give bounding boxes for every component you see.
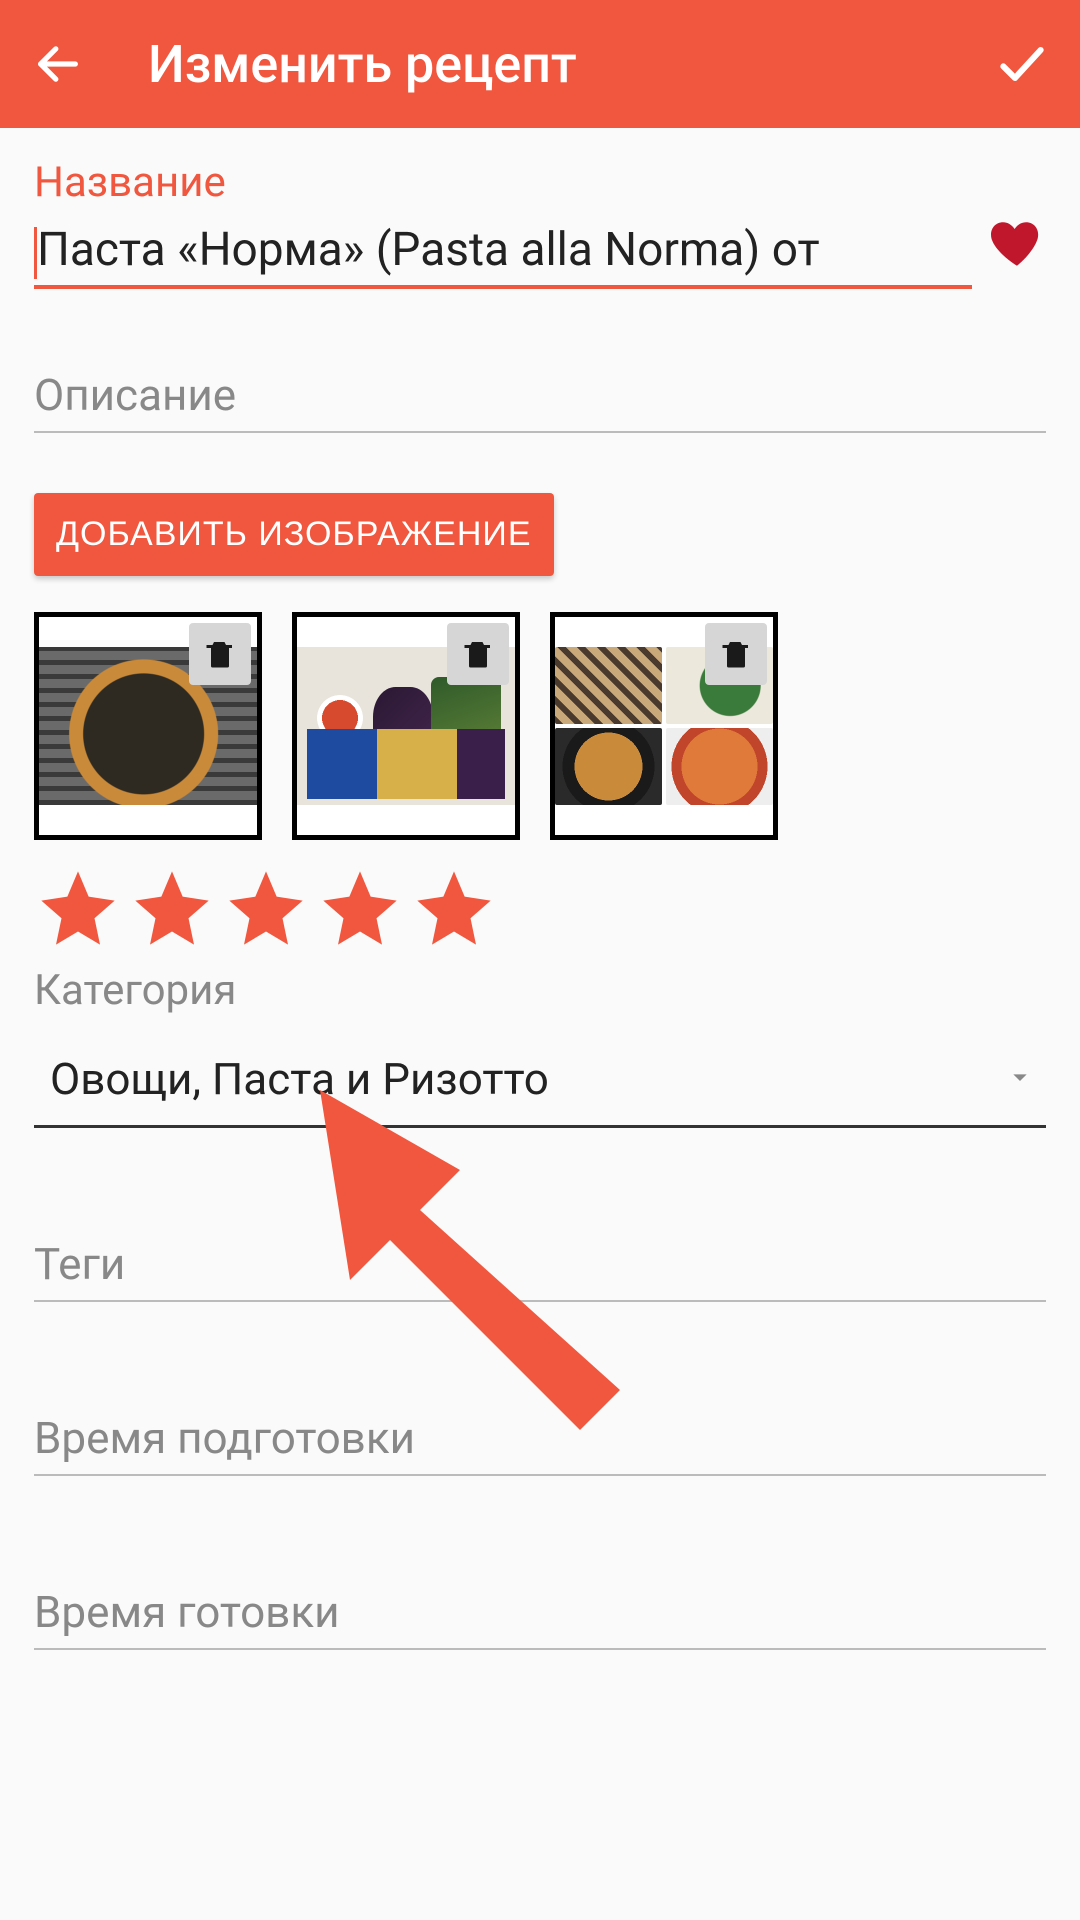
delete-image-button[interactable] bbox=[189, 623, 251, 685]
star-3[interactable] bbox=[222, 864, 310, 956]
prep-time-input[interactable]: Время подготовки bbox=[34, 1412, 1046, 1476]
rating-stars bbox=[34, 864, 1046, 956]
category-value: Овощи, Паста и Ризотто bbox=[50, 1053, 1004, 1105]
star-icon bbox=[222, 864, 310, 952]
image-thumb[interactable] bbox=[34, 612, 262, 840]
app-bar: Изменить рецепт bbox=[0, 0, 1080, 128]
star-2[interactable] bbox=[128, 864, 216, 956]
star-1[interactable] bbox=[34, 864, 122, 956]
delete-image-button[interactable] bbox=[705, 623, 767, 685]
check-icon bbox=[994, 36, 1050, 92]
image-thumbnails bbox=[34, 612, 1046, 840]
delete-image-button[interactable] bbox=[447, 623, 509, 685]
heart-icon bbox=[988, 215, 1046, 273]
confirm-button[interactable] bbox=[992, 36, 1052, 92]
recipe-form: Название Паста «Норма» (Pasta alla Norma… bbox=[0, 128, 1080, 1650]
category-select[interactable]: Овощи, Паста и Ризотто bbox=[34, 1033, 1046, 1128]
arrow-left-icon bbox=[32, 38, 84, 90]
star-icon bbox=[316, 864, 404, 952]
star-icon bbox=[128, 864, 216, 952]
title-value: Паста «Норма» (Pasta alla Norma) от bbox=[37, 223, 820, 277]
description-input[interactable]: Описание bbox=[34, 369, 1046, 433]
cook-time-input[interactable]: Время готовки bbox=[34, 1586, 1046, 1650]
tags-input[interactable]: Теги bbox=[34, 1238, 1046, 1302]
star-4[interactable] bbox=[316, 864, 404, 956]
trash-icon bbox=[460, 636, 496, 672]
image-thumb[interactable] bbox=[292, 612, 520, 840]
title-label: Название bbox=[34, 158, 1046, 207]
category-label: Категория bbox=[34, 966, 1046, 1015]
star-icon bbox=[34, 864, 122, 952]
trash-icon bbox=[202, 636, 238, 672]
caret-down-icon bbox=[1004, 1061, 1036, 1093]
page-title: Изменить рецепт bbox=[148, 34, 992, 95]
trash-icon bbox=[718, 636, 754, 672]
title-row: Паста «Норма» (Pasta alla Norma) от bbox=[34, 215, 1046, 289]
image-thumb[interactable] bbox=[550, 612, 778, 840]
star-5[interactable] bbox=[410, 864, 498, 956]
add-image-button[interactable]: ДОБАВИТЬ ИЗОБРАЖЕНИЕ bbox=[34, 493, 554, 576]
favorite-toggle[interactable] bbox=[988, 215, 1046, 277]
star-icon bbox=[410, 864, 498, 952]
back-button[interactable] bbox=[28, 38, 88, 90]
title-input[interactable]: Паста «Норма» (Pasta alla Norma) от bbox=[34, 223, 972, 289]
dropdown-caret bbox=[1004, 1061, 1036, 1097]
